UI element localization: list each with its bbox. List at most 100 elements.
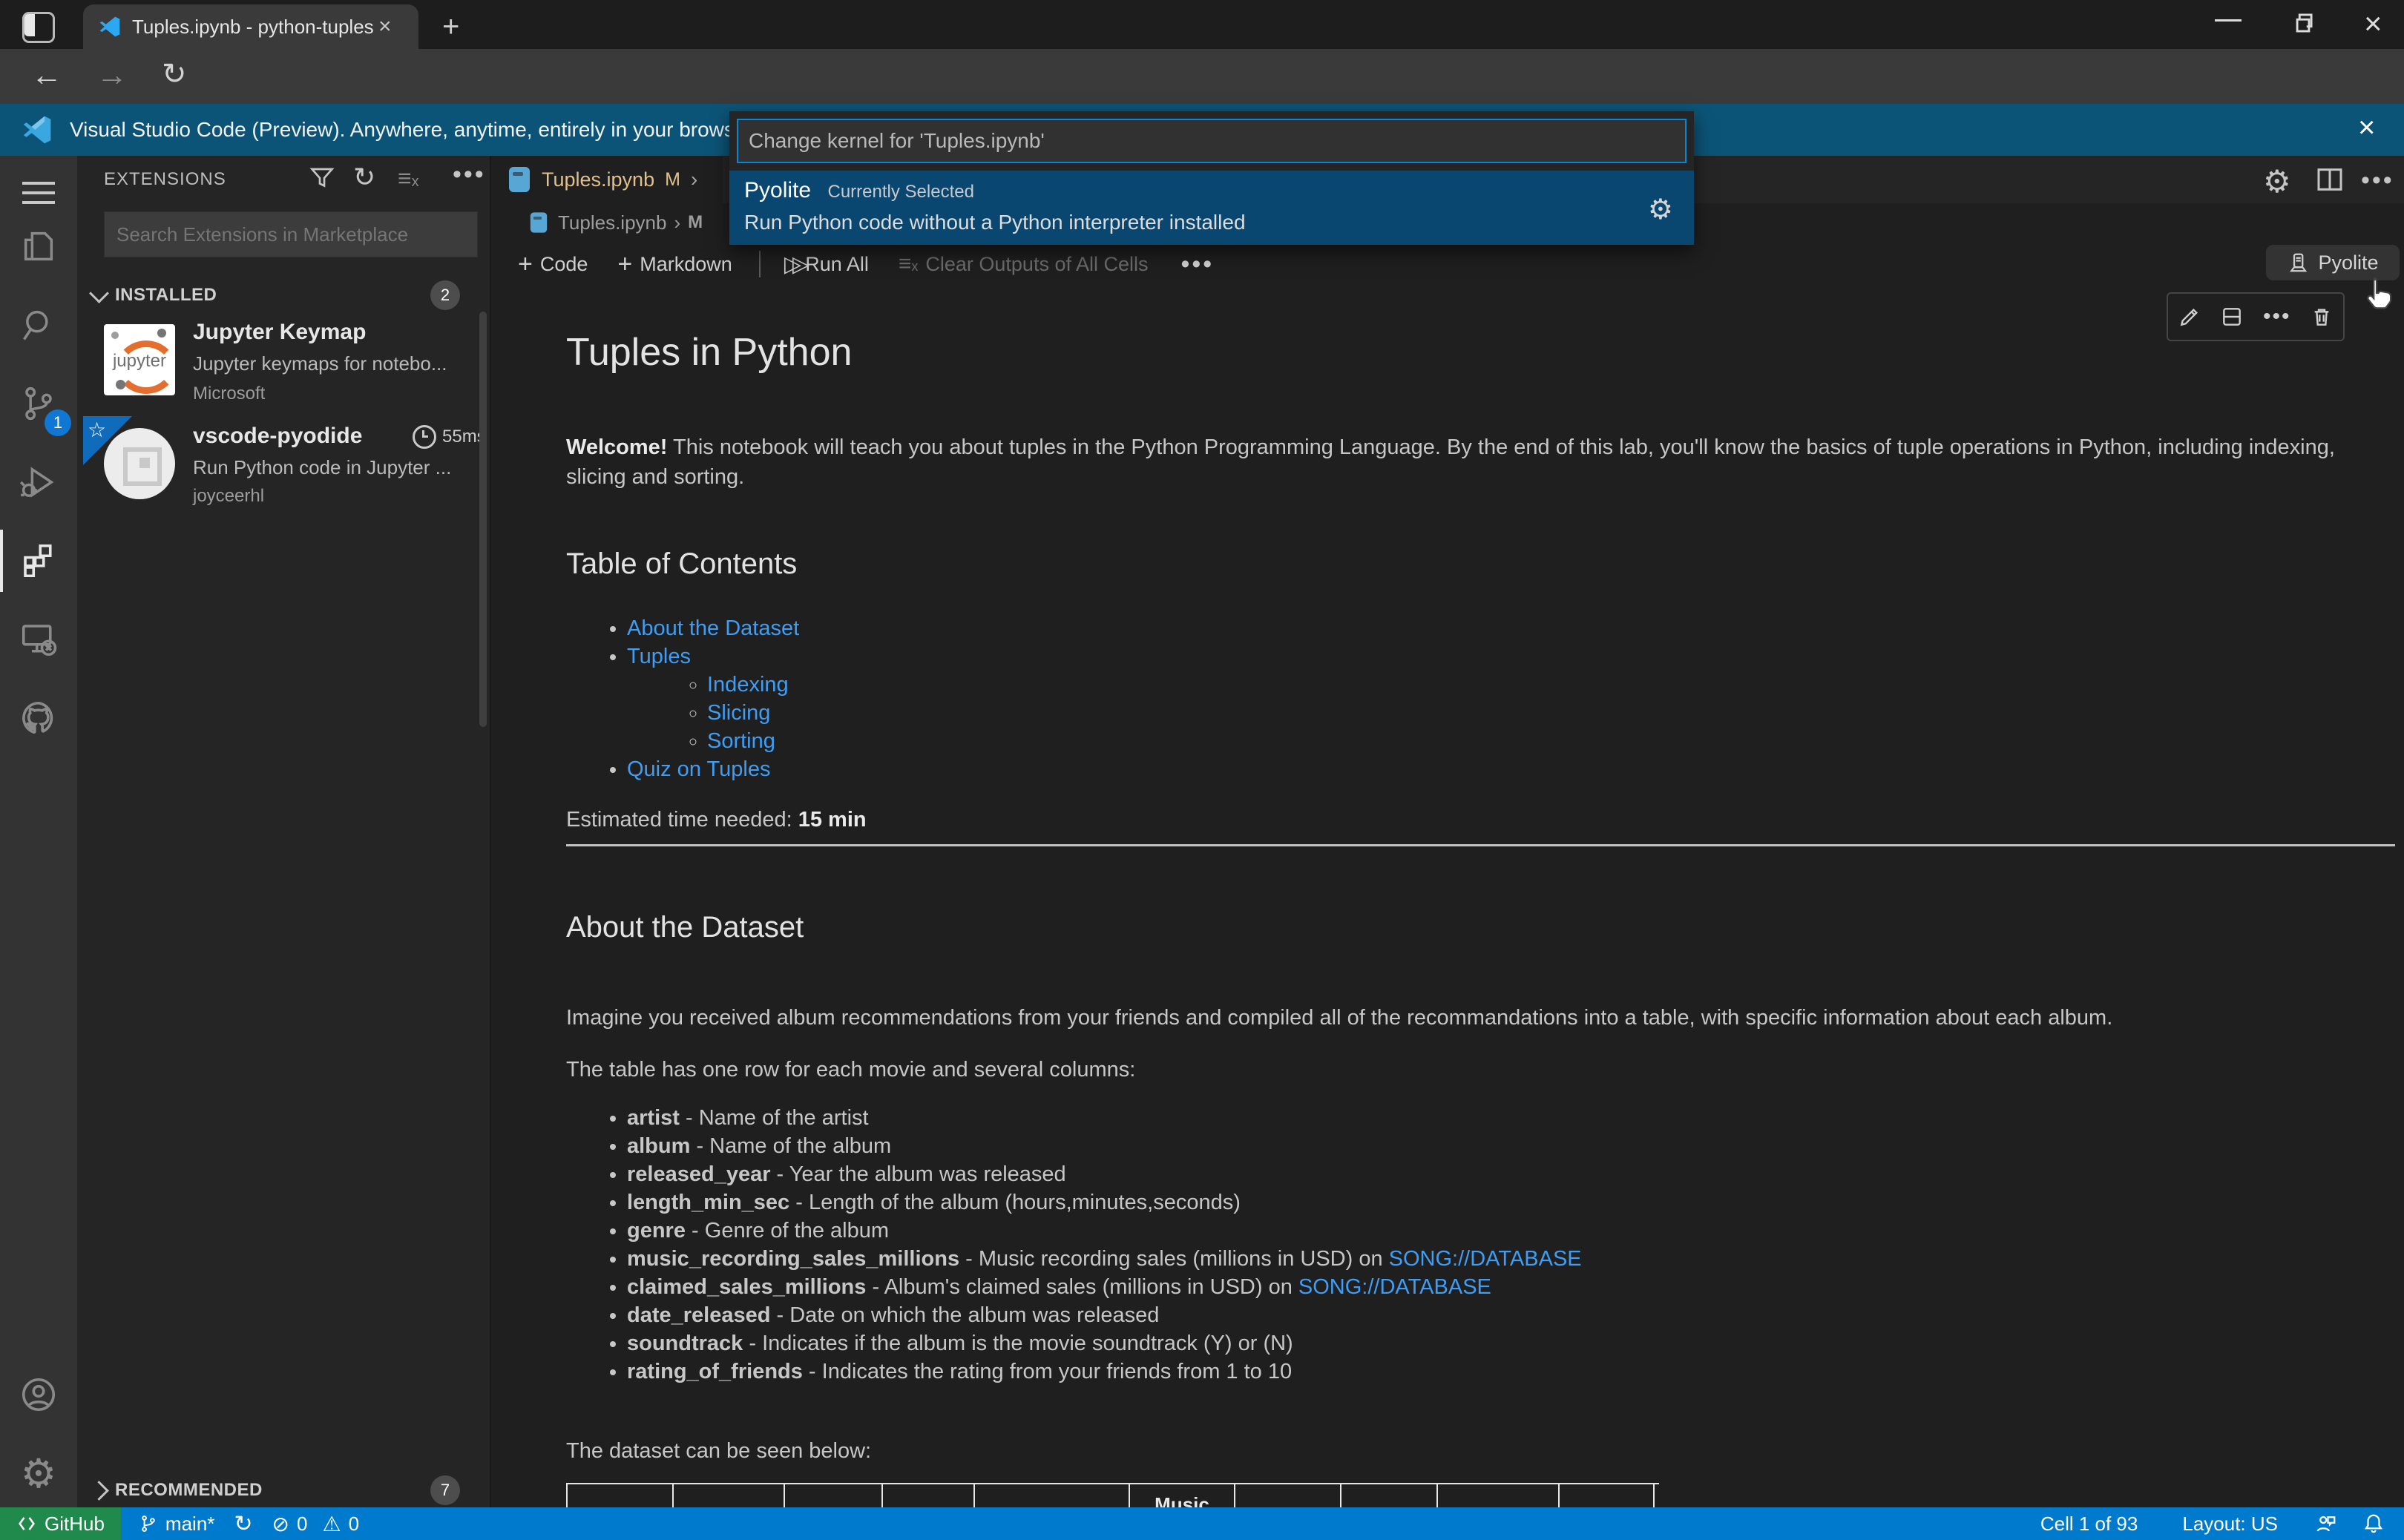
remote-explorer-icon[interactable] [0, 602, 77, 677]
notebook-file-icon [531, 212, 547, 232]
editor-tab-tuples[interactable]: Tuples.ipynb M › [491, 156, 723, 203]
browser-titlebar: Tuples.ipynb - python-tuples [Gi × + × [0, 0, 2404, 49]
screen: Tuples.ipynb - python-tuples [Gi × + × ←… [0, 0, 2404, 1540]
song-database-link[interactable]: SONG://DATABASE [1389, 1247, 1582, 1271]
breadcrumb-segment[interactable]: M [688, 212, 703, 233]
reload-button[interactable]: ↻ [162, 59, 187, 89]
remote-indicator[interactable]: GitHub [0, 1507, 121, 1540]
clear-extensions-icon[interactable]: ≡x [398, 165, 419, 192]
extension-author: Microsoft [193, 384, 265, 404]
notebook-cell-markdown[interactable]: Tuples in Python [566, 330, 2391, 375]
kernel-picker-input[interactable] [737, 119, 1687, 163]
sidebar-more-actions-icon[interactable]: ••• [453, 160, 486, 189]
extension-title: Jupyter Keymap [193, 320, 366, 345]
git-branch-icon [139, 1514, 158, 1533]
source-control-icon[interactable]: 1 [0, 366, 77, 441]
explorer-icon[interactable] [0, 209, 77, 283]
settings-gear-icon[interactable]: ⚙ [0, 1436, 77, 1510]
dataset-field: genre - Genre of the album [627, 1217, 2404, 1245]
toc-item[interactable]: Quiz on Tuples [627, 755, 799, 783]
kernel-icon [2287, 251, 2309, 274]
window-minimize-button[interactable] [2215, 19, 2242, 22]
extension-item-jupyter-keymap[interactable]: jupyter Jupyter Keymap Jupyter keymaps f… [77, 315, 490, 409]
installed-section-header[interactable]: INSTALLED 2 [88, 279, 481, 312]
search-extensions-input[interactable] [104, 211, 478, 257]
feedback-icon[interactable] [2315, 1507, 2337, 1540]
chevron-right-icon [89, 1481, 109, 1501]
dataset-table-header-cell: Music [1130, 1484, 1235, 1507]
toc-item[interactable]: About the Dataset [627, 614, 799, 642]
toolbar-more-actions-icon[interactable]: ••• [1181, 250, 1215, 279]
clear-outputs-button[interactable]: ≡xClear Outputs of All Cells [899, 251, 1149, 277]
dataset-field: artist - Name of the artist [627, 1104, 2404, 1132]
toc-heading: Table of Contents [566, 547, 797, 581]
sidebar-scrollbar[interactable] [479, 312, 487, 727]
edit-cell-pencil-icon[interactable] [2178, 305, 2201, 329]
kernel-option-pyolite[interactable]: Pyolite Currently Selected Run Python co… [729, 171, 1694, 245]
editor-tab-label: Tuples.ipynb [542, 168, 654, 191]
branch-indicator[interactable]: main* [139, 1507, 214, 1540]
extensions-icon[interactable] [0, 524, 77, 598]
notebook-settings-gear-icon[interactable]: ⚙ [2263, 163, 2291, 200]
editor-more-actions-icon[interactable]: ••• [2361, 166, 2394, 195]
split-cell-icon[interactable] [2220, 305, 2244, 329]
extension-item-vscode-pyodide[interactable]: ☆ vscode-pyodide 55ms Run Python code in… [77, 412, 490, 513]
toc-subitem[interactable]: Slicing [707, 699, 799, 727]
browser-tab[interactable]: Tuples.ipynb - python-tuples [Gi × [83, 4, 418, 49]
warnings-icon: ⚠ [322, 1512, 341, 1536]
cell-more-actions-icon[interactable]: ••• [2263, 304, 2291, 329]
dataset-field: rating_of_friends - Indicates the rating… [627, 1358, 2404, 1386]
chevron-down-icon [89, 283, 109, 303]
extension-description: Run Python code in Jupyter ... [193, 456, 451, 479]
delete-cell-trash-icon[interactable] [2310, 305, 2334, 329]
new-tab-button[interactable]: + [442, 10, 459, 44]
problems-indicator[interactable]: ⊘0 ⚠0 [272, 1507, 360, 1540]
toc-item[interactable]: TuplesIndexingSlicingSorting [627, 642, 799, 755]
tab-overflow-chevron-icon[interactable]: › [691, 168, 697, 191]
dataset-table-header-cell [1341, 1484, 1438, 1507]
kernel-option-name: Pyolite [744, 178, 811, 203]
forward-button[interactable]: → [96, 59, 128, 91]
refresh-icon[interactable]: ↻ [353, 162, 375, 193]
github-icon[interactable] [0, 681, 77, 755]
tab-close-icon[interactable]: × [378, 14, 392, 39]
dataset-field: album - Name of the album [627, 1132, 2404, 1160]
clock-icon [413, 425, 436, 449]
sync-icon[interactable]: ↻ [234, 1507, 252, 1540]
breadcrumb-file[interactable]: Tuples.ipynb [558, 211, 666, 234]
cell-indicator[interactable]: Cell 1 of 93 [2040, 1507, 2138, 1540]
layout-indicator[interactable]: Layout: US [2182, 1507, 2278, 1540]
about-paragraph-2: The table has one row for each movie and… [566, 1055, 2399, 1085]
dataset-table-header-cell [1438, 1484, 1560, 1507]
run-debug-icon[interactable] [0, 445, 77, 519]
dataset-field: music_recording_sales_millions - Music r… [627, 1245, 2404, 1273]
editor-area: Tuples.ipynb M › ⚙ ••• Tuples.ipynb › M … [491, 156, 2404, 1507]
toolbar-divider [759, 251, 761, 277]
song-database-link[interactable]: SONG://DATABASE [1298, 1275, 1491, 1299]
account-icon[interactable] [0, 1358, 77, 1432]
installed-count-badge: 2 [430, 280, 460, 310]
banner-close-icon[interactable]: × [2358, 111, 2375, 145]
add-code-cell-button[interactable]: +Code [518, 250, 588, 279]
back-button[interactable]: ← [31, 59, 62, 91]
about-paragraph-1: Imagine you received album recommendatio… [566, 1003, 2399, 1033]
dataset-field: soundtrack - Indicates if the album is t… [627, 1329, 2404, 1358]
notifications-bell-icon[interactable] [2362, 1507, 2385, 1540]
jupyter-logo-icon: jupyter [104, 324, 175, 395]
window-close-button[interactable]: × [2364, 6, 2382, 42]
window-restore-button[interactable] [2289, 9, 2317, 37]
dataset-table-header-cell [975, 1484, 1130, 1507]
recommended-section-header[interactable]: RECOMMENDED 7 [88, 1473, 481, 1507]
run-all-button[interactable]: ▷▷ Run All [784, 251, 869, 277]
filter-icon[interactable] [309, 165, 335, 191]
search-icon[interactable] [0, 288, 77, 362]
add-markdown-cell-button[interactable]: +Markdown [617, 250, 732, 279]
dataset-table-header-cell [674, 1484, 785, 1507]
workspaces-icon[interactable] [22, 12, 55, 43]
split-editor-icon[interactable] [2315, 165, 2345, 194]
kernel-option-gear-icon[interactable]: ⚙ [1648, 193, 1673, 226]
notebook-toolbar: +Code +Markdown ▷▷ Run All ≡xClear Outpu… [491, 242, 2404, 286]
notebook-title: Tuples in Python [566, 330, 2391, 375]
toc-subitem[interactable]: Sorting [707, 727, 799, 755]
toc-subitem[interactable]: Indexing [707, 671, 799, 699]
